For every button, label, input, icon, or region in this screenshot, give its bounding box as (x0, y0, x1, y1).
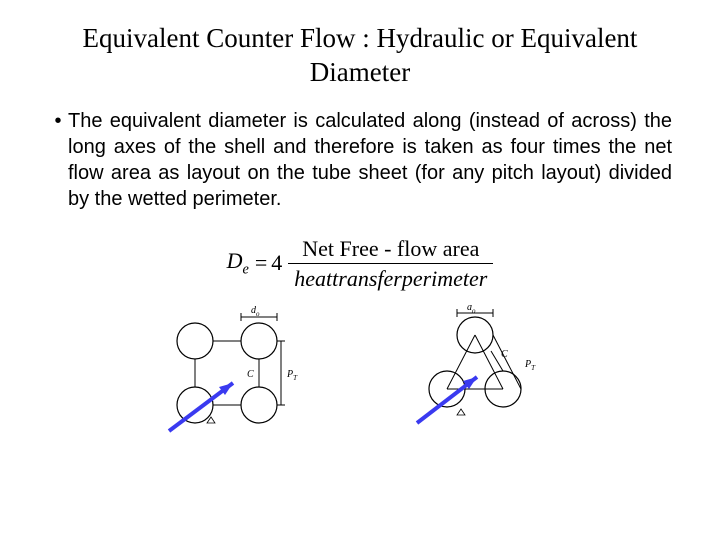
formula-equals: = (251, 250, 271, 276)
formula-denominator: heattransferperimeter (288, 263, 493, 291)
formula-coefficient: 4 (271, 250, 288, 276)
dim-d-o: do (251, 305, 260, 318)
tube-circle (177, 323, 213, 359)
equivalent-diameter-formula: De = 4 Net Free - flow area heattransfer… (48, 236, 672, 292)
dim-p-t: PT (524, 359, 536, 372)
slide: Equivalent Counter Flow : Hydraulic or E… (0, 0, 720, 445)
pitch-layout-diagrams: do PT C (48, 305, 672, 445)
bullet-item: • The equivalent diameter is calculated … (48, 108, 672, 212)
tube-circle (177, 387, 213, 423)
triangular-pitch-diagram: do PT C (405, 305, 565, 445)
square-pitch-diagram: do PT C (155, 305, 315, 445)
formula-lhs: De (227, 248, 251, 278)
formula-numerator: Net Free - flow area (296, 236, 485, 263)
bullet-dot: • (48, 108, 68, 212)
formula-fraction: Net Free - flow area heattransferperimet… (288, 236, 493, 292)
slide-title: Equivalent Counter Flow : Hydraulic or E… (48, 22, 672, 90)
direction-marker-icon (457, 409, 465, 415)
dim-p-t: PT (286, 369, 298, 382)
dim-c: C (247, 369, 254, 380)
tube-circle (241, 323, 277, 359)
dim-c: C (501, 349, 508, 360)
tube-circle (241, 387, 277, 423)
bullet-text: The equivalent diameter is calculated al… (68, 108, 672, 212)
